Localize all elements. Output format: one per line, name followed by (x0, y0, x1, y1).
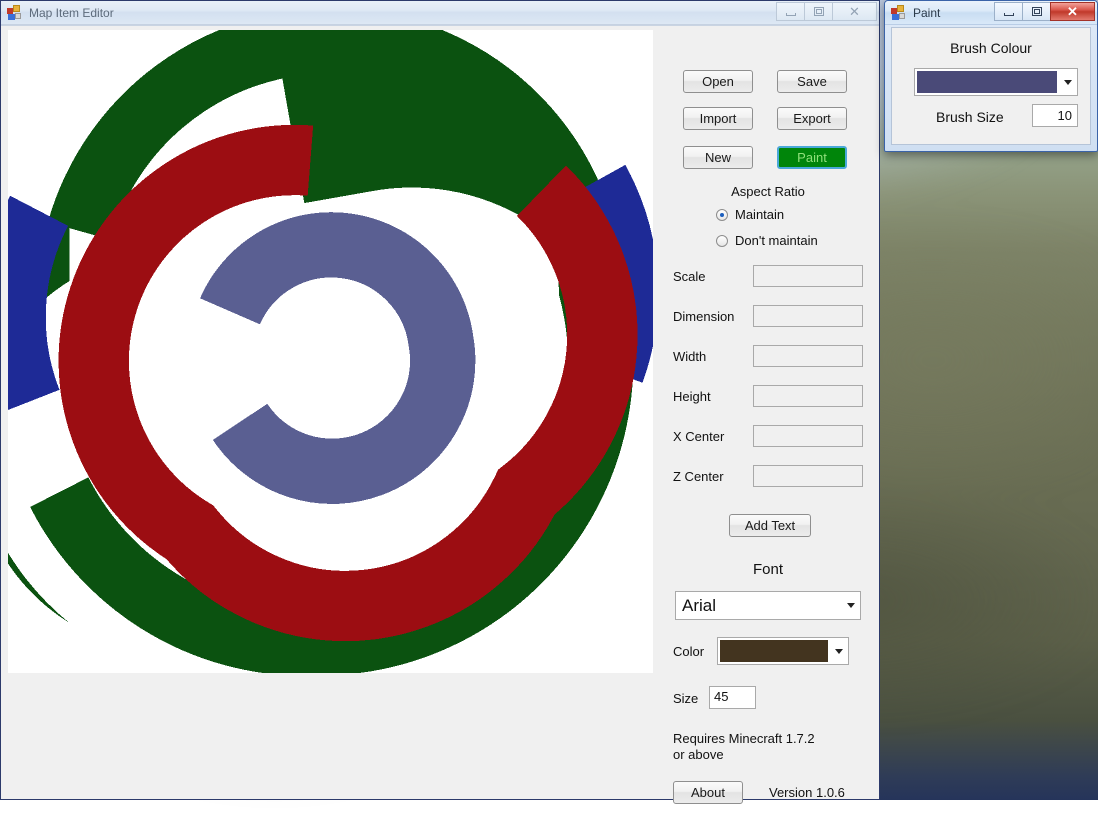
save-button[interactable]: Save (777, 70, 847, 93)
maximize-button[interactable] (1022, 2, 1051, 21)
dimension-input[interactable] (753, 305, 863, 327)
requirement-text: Requires Minecraft 1.7.2 or above (673, 731, 815, 763)
brush-colour-select[interactable] (914, 68, 1078, 96)
export-button[interactable]: Export (777, 107, 847, 130)
import-button[interactable]: Import (683, 107, 753, 130)
close-icon[interactable]: ✕ (1050, 2, 1095, 21)
chevron-down-icon[interactable] (830, 638, 848, 664)
paint-window-controls: ✕ (995, 2, 1095, 21)
font-color-label: Color (673, 644, 704, 659)
radio-dont-maintain-label: Don't maintain (735, 233, 818, 248)
font-family-value: Arial (682, 596, 716, 616)
main-window-title: Map Item Editor (29, 6, 114, 20)
add-text-button[interactable]: Add Text (729, 514, 811, 537)
font-color-select[interactable] (717, 637, 849, 665)
radio-maintain[interactable]: Maintain (716, 207, 784, 222)
width-label: Width (673, 349, 706, 364)
height-label: Height (673, 389, 711, 404)
main-window-titlebar[interactable]: Map Item Editor ✕ (1, 1, 879, 25)
dimension-label: Dimension (673, 309, 734, 324)
font-size-label: Size (673, 691, 698, 706)
maximize-button[interactable] (804, 2, 833, 21)
font-color-swatch (720, 640, 828, 662)
main-window-client: Open Save Import Export New Paint Aspect… (1, 25, 879, 799)
app-icon (7, 5, 23, 21)
minimize-button[interactable] (776, 2, 805, 21)
minimize-button[interactable] (994, 2, 1023, 21)
main-window-controls: ✕ (777, 2, 877, 21)
paint-window-title: Paint (913, 6, 940, 20)
radio-maintain-indicator (716, 209, 728, 221)
app-icon (891, 5, 907, 21)
scale-label: Scale (673, 269, 706, 284)
brush-colour-swatch (917, 71, 1057, 93)
spiral-artwork (8, 30, 653, 673)
main-window: Map Item Editor ✕ (0, 0, 880, 800)
x-center-label: X Center (673, 429, 724, 444)
map-preview-canvas[interactable] (8, 30, 653, 673)
brush-colour-label: Brush Colour (892, 40, 1090, 56)
width-input[interactable] (753, 345, 863, 367)
radio-maintain-label: Maintain (735, 207, 784, 222)
z-center-input[interactable] (753, 465, 863, 487)
close-icon[interactable]: ✕ (832, 2, 877, 21)
aspect-ratio-title: Aspect Ratio (661, 184, 875, 199)
new-button[interactable]: New (683, 146, 753, 169)
radio-dont-maintain-indicator (716, 235, 728, 247)
chevron-down-icon[interactable] (1059, 69, 1077, 95)
requirement-line-1: Requires Minecraft 1.7.2 (673, 731, 815, 747)
control-panel: Open Save Import Export New Paint Aspect… (661, 26, 875, 816)
font-size-input[interactable]: 45 (709, 686, 756, 709)
paint-window: Paint ✕ Brush Colour Brush Size 10 (884, 0, 1098, 152)
paint-window-client: Brush Colour Brush Size 10 (891, 27, 1091, 145)
scale-input[interactable] (753, 265, 863, 287)
open-button[interactable]: Open (683, 70, 753, 93)
z-center-label: Z Center (673, 469, 724, 484)
x-center-input[interactable] (753, 425, 863, 447)
font-family-select[interactable]: Arial (675, 591, 861, 620)
version-label: Version 1.0.6 (769, 785, 845, 800)
font-section-title: Font (661, 561, 875, 578)
brush-size-input[interactable]: 10 (1032, 104, 1078, 127)
radio-dont-maintain[interactable]: Don't maintain (716, 233, 818, 248)
brush-size-label: Brush Size (936, 109, 1004, 125)
requirement-line-2: or above (673, 747, 815, 763)
paint-window-titlebar[interactable]: Paint ✕ (885, 1, 1097, 25)
height-input[interactable] (753, 385, 863, 407)
paint-button[interactable]: Paint (777, 146, 847, 169)
chevron-down-icon[interactable] (842, 592, 860, 619)
about-button[interactable]: About (673, 781, 743, 804)
